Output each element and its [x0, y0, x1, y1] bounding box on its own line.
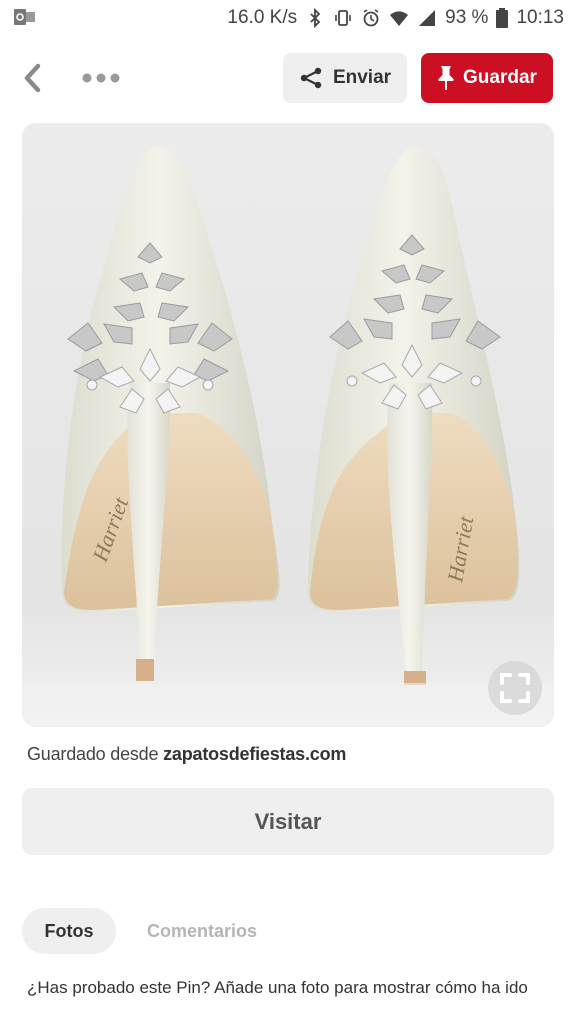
back-button[interactable] — [18, 60, 50, 96]
chevron-left-icon — [24, 63, 41, 93]
signal-icon — [419, 10, 436, 26]
pin-toolbar: Enviar Guardar — [0, 46, 576, 110]
bluetooth-icon — [310, 8, 321, 28]
more-options-button[interactable] — [80, 64, 122, 92]
ellipsis-icon — [82, 73, 120, 83]
save-label: Guardar — [463, 67, 537, 88]
alarm-icon — [363, 9, 379, 27]
bridal-shoes-photo: Harriet Harriet — [22, 123, 554, 727]
try-pin-prompt: ¿Has probado este Pin? Añade una foto pa… — [27, 978, 528, 997]
expand-icon — [500, 673, 530, 703]
saved-from-text: Guardado desde zapatosdefiestas.com — [27, 744, 346, 765]
send-button[interactable]: Enviar — [283, 53, 407, 103]
network-speed: 16.0 K/s — [227, 7, 298, 28]
battery-icon — [496, 8, 509, 28]
share-icon — [300, 67, 322, 89]
save-button[interactable]: Guardar — [421, 53, 553, 103]
outlook-notification-icon — [14, 8, 36, 26]
pushpin-icon — [438, 66, 454, 90]
battery-percent: 93 % — [445, 7, 489, 28]
tab-fotos[interactable]: Fotos — [22, 908, 116, 954]
status-indicators: 16.0 K/s 93 % 10:13 — [227, 6, 564, 30]
tab-comentarios[interactable]: Comentarios — [147, 908, 257, 954]
vibrate-icon — [335, 10, 351, 26]
status-bar: 16.0 K/s 93 % 10:13 — [0, 0, 576, 36]
clock: 10:13 — [516, 7, 564, 28]
saved-from-prefix: Guardado desde — [27, 744, 164, 764]
wifi-icon — [390, 11, 409, 26]
source-domain-link[interactable]: zapatosdefiestas.com — [163, 744, 346, 764]
send-label: Enviar — [332, 67, 392, 88]
pin-image[interactable]: Harriet Harriet — [22, 123, 554, 727]
visit-button[interactable]: Visitar — [22, 788, 554, 855]
expand-image-button[interactable] — [488, 661, 542, 715]
